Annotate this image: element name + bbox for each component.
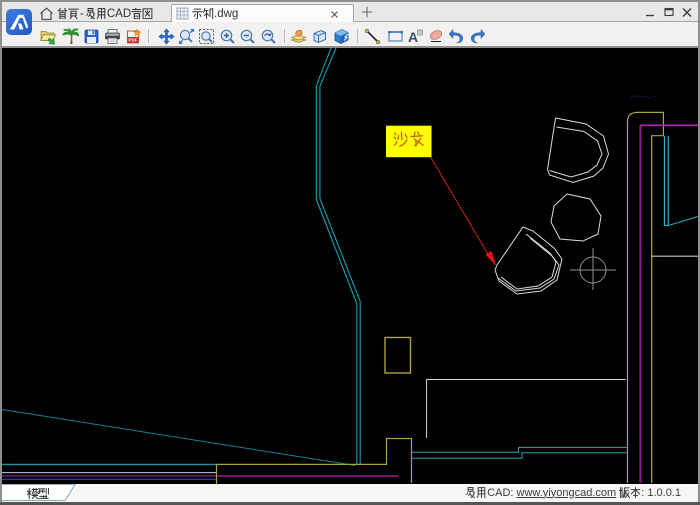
svg-text:A: A (408, 29, 418, 45)
svg-text:PDF: PDF (128, 37, 137, 42)
